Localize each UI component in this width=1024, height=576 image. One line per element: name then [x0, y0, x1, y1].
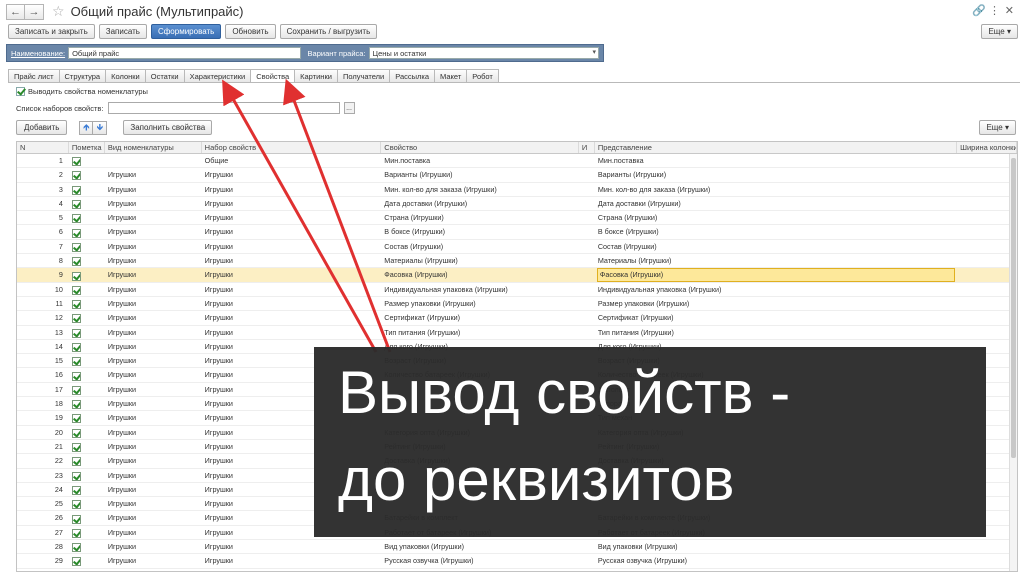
- caption-line-1: Вывод свойств -: [338, 359, 791, 426]
- arrow-to-characteristics-tab: [222, 79, 378, 353]
- caption-line-2: до реквизитов: [338, 446, 735, 513]
- arrow-to-properties-tab: [283, 78, 392, 353]
